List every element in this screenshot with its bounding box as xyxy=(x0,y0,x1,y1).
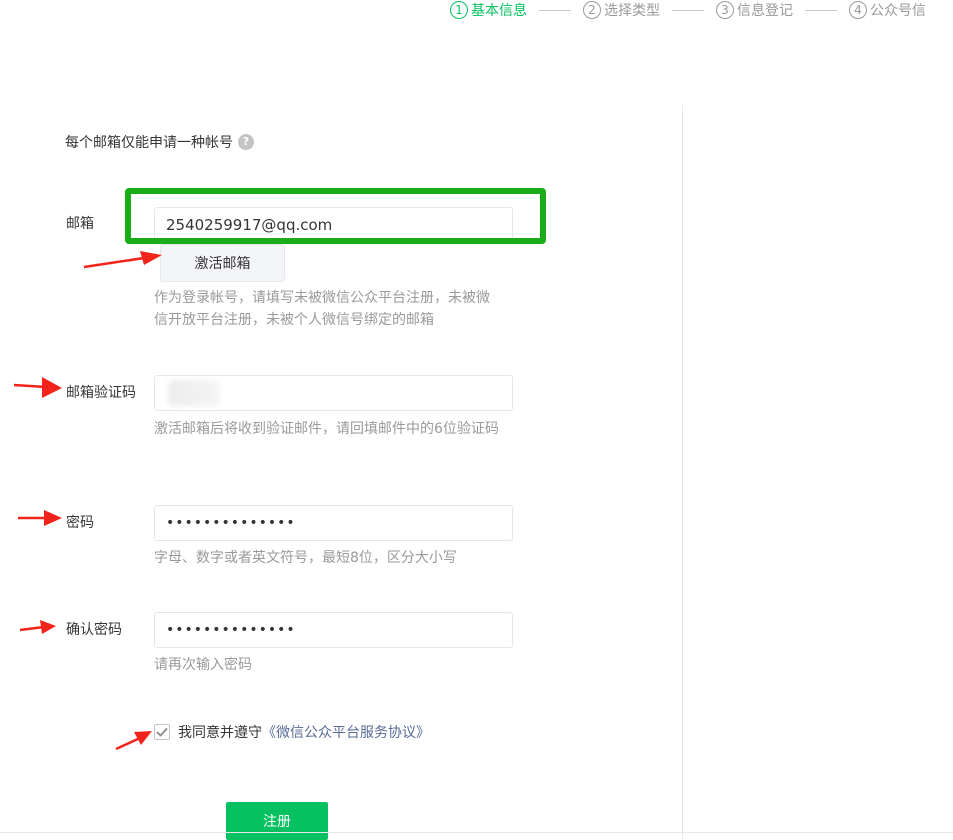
register-button[interactable]: 注册 xyxy=(226,802,328,840)
agreement-link[interactable]: 《微信公众平台服务协议》 xyxy=(262,722,430,742)
help-icon[interactable]: ? xyxy=(238,134,254,150)
account-note-text: 每个邮箱仅能申请一种帐号 xyxy=(65,135,233,151)
password-tip: 字母、数字或者英文符号，最短8位，区分大小写 xyxy=(154,550,457,566)
step-3-number: 3 xyxy=(716,1,734,19)
step-4-label: 公众号信 xyxy=(870,3,926,19)
annotation-arrow-icon xyxy=(115,731,152,751)
annotation-arrow-icon xyxy=(13,377,62,398)
account-note: 每个邮箱仅能申请一种帐号 ? xyxy=(65,132,254,152)
confirm-password-tip: 请再次输入密码 xyxy=(154,657,252,673)
agreement-row: 我同意并遵守 《微信公众平台服务协议》 xyxy=(154,722,430,742)
blurred-code xyxy=(168,380,220,406)
step-2: 2 选择类型 xyxy=(583,0,660,20)
step-connector xyxy=(672,9,704,11)
email-label: 邮箱 xyxy=(66,216,94,232)
code-tip: 激活邮箱后将收到验证邮件，请回填邮件中的6位验证码 xyxy=(154,421,499,437)
step-4-number: 4 xyxy=(849,1,867,19)
password-input[interactable]: •••••••••••••• xyxy=(154,505,513,541)
step-progress: 1 基本信息 2 选择类型 3 信息登记 4 公众号信 xyxy=(450,0,926,20)
step-3: 3 信息登记 xyxy=(716,0,793,20)
confirm-password-input[interactable]: •••••••••••••• xyxy=(154,612,513,648)
step-1: 1 基本信息 xyxy=(450,0,527,20)
agreement-checkbox[interactable] xyxy=(154,724,170,740)
annotation-arrow-icon xyxy=(19,620,56,634)
agreement-text: 我同意并遵守 xyxy=(178,725,262,741)
confirm-password-label: 确认密码 xyxy=(66,622,122,638)
email-highlight-box xyxy=(125,188,546,244)
code-label: 邮箱验证码 xyxy=(66,385,136,401)
email-tip: 作为登录帐号，请填写未被微信公众平台注册，未被微信开放平台注册，未被个人微信号绑… xyxy=(154,290,490,328)
bottom-divider xyxy=(0,832,953,833)
step-connector xyxy=(805,9,837,11)
step-3-label: 信息登记 xyxy=(737,3,793,19)
step-1-number: 1 xyxy=(450,1,468,19)
password-value: •••••••••••••• xyxy=(166,515,296,531)
vertical-divider xyxy=(682,105,683,840)
confirm-password-value: •••••••••••••• xyxy=(166,622,296,638)
activate-email-button[interactable]: 激活邮箱 xyxy=(160,244,285,282)
step-2-number: 2 xyxy=(583,1,601,19)
step-1-label: 基本信息 xyxy=(471,3,527,19)
password-label: 密码 xyxy=(66,515,94,531)
step-connector xyxy=(539,9,571,11)
annotation-arrow-icon xyxy=(18,510,62,526)
step-2-label: 选择类型 xyxy=(604,3,660,19)
annotation-arrow-icon xyxy=(83,251,162,269)
step-4: 4 公众号信 xyxy=(849,0,926,20)
checkmark-icon xyxy=(156,727,168,737)
